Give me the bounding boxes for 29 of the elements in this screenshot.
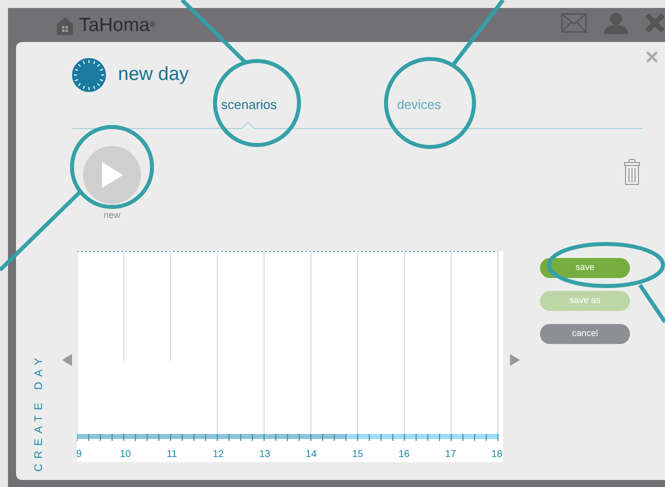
house-icon — [55, 15, 75, 38]
save-button[interactable]: save — [540, 258, 630, 278]
hour-label: 17 — [444, 448, 456, 462]
new-label: new — [104, 209, 120, 222]
play-button[interactable] — [83, 146, 141, 204]
close-icon[interactable] — [645, 13, 665, 33]
hour-label: 10 — [119, 448, 132, 462]
app-logo: TaHoma$^{®}$ — [79, 14, 156, 38]
trash-icon[interactable] — [624, 159, 640, 186]
hour-label: 11 — [166, 448, 178, 462]
dialog-title: new day — [118, 63, 189, 88]
hour-label: 13 — [258, 448, 271, 462]
close-icon[interactable] — [646, 51, 658, 63]
right-arrow-icon[interactable] — [510, 354, 520, 366]
hour-label: 9 — [75, 448, 83, 462]
clock-icon — [72, 58, 106, 92]
hour-label: 16 — [398, 448, 410, 462]
tab[interactable]: devices — [374, 94, 464, 113]
tab[interactable]: scenarios — [204, 94, 294, 113]
play-icon — [100, 161, 124, 190]
hour-label: 14 — [305, 448, 318, 462]
mail-icon[interactable] — [561, 13, 587, 33]
cancel-button[interactable]: cancel — [540, 324, 630, 344]
user-icon[interactable] — [603, 12, 629, 34]
hour-label: 15 — [352, 448, 364, 462]
hour-label: 12 — [212, 448, 224, 462]
left-arrow-icon[interactable] — [62, 354, 72, 366]
vertical-label: CREATE DAY — [32, 353, 46, 472]
hour-label: 18 — [490, 448, 503, 462]
